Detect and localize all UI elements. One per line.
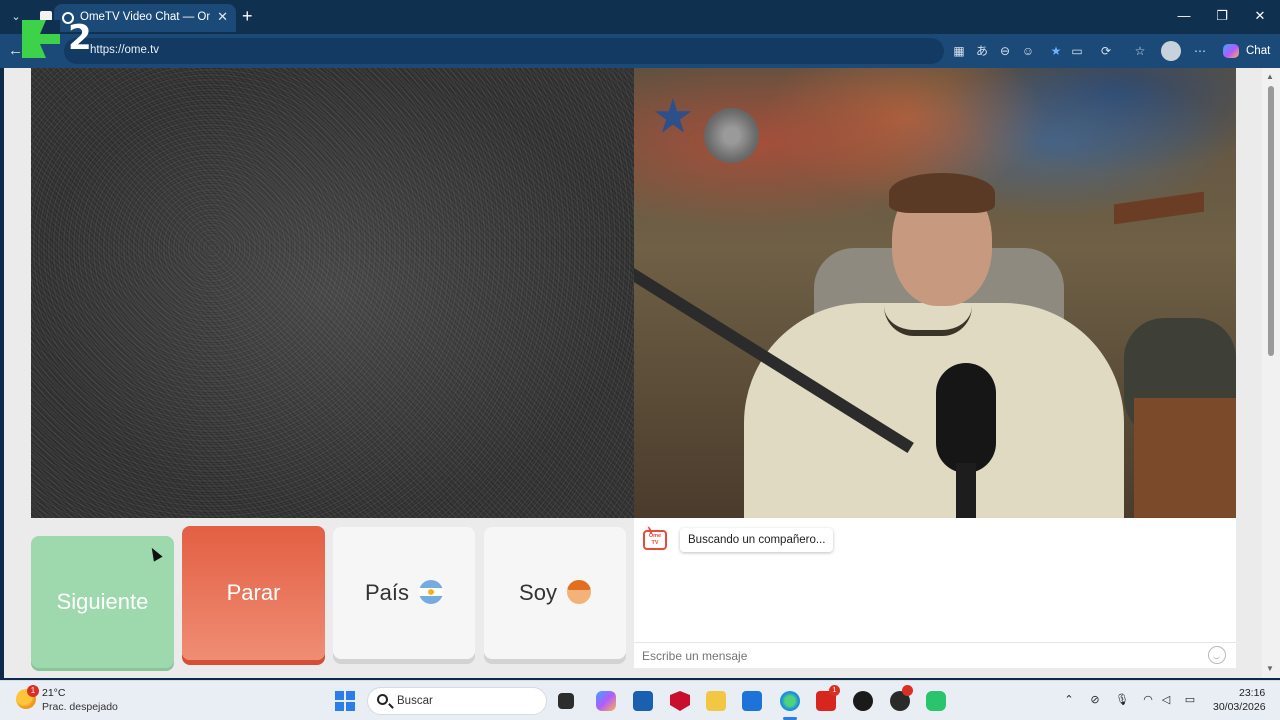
chevron-up-icon[interactable]: ⌃ [1061, 693, 1077, 706]
zoom-icon[interactable]: ⊖ [997, 43, 1013, 59]
microphone [936, 363, 996, 473]
page-scrollbar[interactable]: ▲ ▼ [1262, 68, 1280, 678]
soy-label: Soy [519, 580, 557, 605]
argentina-flag-icon [419, 580, 444, 605]
search-label: Buscar [397, 695, 433, 707]
self-camera-video [634, 68, 1236, 518]
new-tab-button[interactable]: + [242, 6, 253, 27]
scroll-up-icon[interactable]: ▲ [1266, 72, 1274, 81]
maximize-button[interactable]: ❐ [1212, 8, 1232, 24]
edge-icon[interactable] [780, 691, 800, 711]
favorites-icon[interactable]: ☆ [1132, 43, 1148, 59]
emoji-icon[interactable] [1208, 646, 1226, 664]
cabinet [1134, 398, 1236, 518]
favorite-star-icon[interactable]: ★ [1048, 43, 1064, 59]
stop-button[interactable]: Parar [182, 526, 325, 660]
back-arrow-icon[interactable]: ← [8, 42, 23, 59]
channel-logo: 2 [22, 18, 102, 62]
microphone-icon[interactable]: 🎙 [1114, 693, 1130, 706]
extensions-icon[interactable]: ⟳ [1098, 43, 1114, 59]
wifi-icon[interactable]: ◠ [1140, 693, 1156, 706]
clock-date[interactable]: 30/03/2026 [1213, 701, 1266, 713]
obs-badge [902, 685, 913, 696]
discord-icon[interactable] [926, 691, 946, 711]
mcafee-icon[interactable] [670, 691, 690, 711]
apps-icon[interactable]: ▦ [951, 43, 967, 59]
weather-badge: 1 [27, 685, 39, 697]
country-button[interactable]: País [333, 527, 475, 659]
message-input[interactable] [634, 642, 1236, 668]
translate-icon[interactable]: あ [974, 43, 990, 59]
copilot-chat-button[interactable]: Chat [1216, 40, 1274, 62]
outlook-icon[interactable] [742, 691, 762, 711]
status-message: Buscando un compañero... [680, 528, 834, 552]
no-network-icon[interactable]: ⊘ [1087, 693, 1103, 706]
close-tab-icon[interactable]: ✕ [217, 9, 228, 25]
copilot-app-icon[interactable] [596, 691, 616, 711]
weather-temp[interactable]: 21°C [42, 687, 65, 699]
copilot-icon [1223, 44, 1239, 58]
more-icon[interactable]: ⋯ [1192, 43, 1208, 59]
minimize-button[interactable]: — [1174, 8, 1194, 23]
mail-badge: 1 [829, 685, 840, 696]
browser-toolbar: ← https://ome.tv ▦ あ ⊖ ☺ ★ ▭ ⟳ ☆ ⋯ Chat [0, 34, 1280, 68]
start-windows-icon[interactable] [335, 691, 355, 711]
volume-icon[interactable]: ◁ [1158, 693, 1174, 706]
chat-panel: Ome TV Buscando un compañero... [634, 518, 1236, 668]
browser-tab-bar: ⌄ OmeTV Video Chat — Omegl ✕ + — ❐ ✕ [0, 0, 1280, 34]
chat-label: Chat [1246, 45, 1271, 57]
profile-icon[interactable] [1161, 41, 1181, 61]
media-player-icon[interactable] [853, 691, 873, 711]
taskbar: 1 21°C Prac. despejado Buscar 1 ⌃ ⊘ 🎙 ◠ … [0, 680, 1280, 720]
boy-avatar-icon [566, 580, 591, 605]
country-label: País [364, 580, 410, 605]
stop-label: Parar [226, 580, 281, 605]
logo-number: 2 [68, 18, 92, 58]
store-icon[interactable] [633, 691, 653, 711]
person-hair [889, 173, 995, 213]
gender-button[interactable]: Soy [484, 527, 626, 659]
next-label: Siguiente [56, 589, 149, 614]
scroll-thumb[interactable] [1268, 86, 1274, 356]
partner-video-static [31, 68, 634, 518]
file-explorer-icon[interactable] [706, 691, 726, 711]
reading-mode-icon[interactable]: ☺ [1020, 43, 1036, 59]
battery-icon[interactable]: ▭ [1182, 693, 1198, 706]
taskbar-search[interactable]: Buscar [367, 687, 547, 715]
hubcap [704, 108, 759, 163]
ometv-logo-icon: Ome TV [643, 530, 667, 550]
scroll-down-icon[interactable]: ▼ [1266, 664, 1274, 673]
address-bar[interactable]: https://ome.tv [64, 38, 944, 64]
task-view-icon[interactable] [558, 693, 574, 709]
microphone-mount [956, 463, 976, 518]
clock-time[interactable]: 23:16 [1239, 687, 1265, 699]
search-icon [377, 694, 388, 705]
weather-condition[interactable]: Prac. despejado [42, 701, 118, 713]
close-window-button[interactable]: ✕ [1250, 8, 1270, 24]
camera-icon[interactable]: ▭ [1069, 43, 1085, 59]
